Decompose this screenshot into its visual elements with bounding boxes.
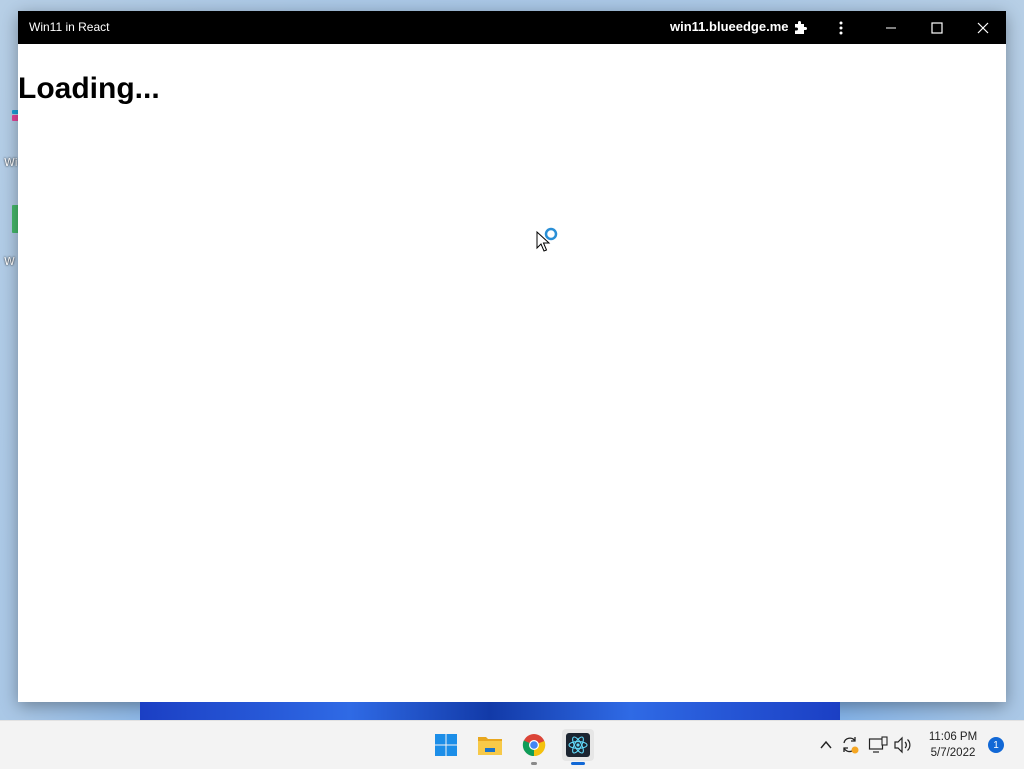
notification-badge[interactable]: 1 <box>988 737 1004 753</box>
close-button[interactable] <box>965 11 1001 44</box>
busy-cursor-icon <box>536 227 558 252</box>
desktop-icon-label: W <box>4 255 15 268</box>
taskbar-clock[interactable]: 11:06 PM 5/7/2022 <box>920 729 986 761</box>
maximize-button[interactable] <box>919 11 955 44</box>
clock-date: 5/7/2022 <box>930 747 976 759</box>
extensions-button[interactable] <box>782 11 818 44</box>
window-url: win11.blueedge.me <box>670 19 789 34</box>
wallpaper-bloom <box>140 702 840 720</box>
kebab-menu-icon <box>839 21 843 34</box>
clock-time: 11:06 PM <box>928 731 978 743</box>
minimize-icon <box>886 27 896 28</box>
window-titlebar[interactable]: Win11 in React win11.blueedge.me <box>18 11 1006 44</box>
sync-update-icon <box>843 737 859 754</box>
tray-volume-button[interactable] <box>893 735 913 755</box>
tray-update-button[interactable] <box>840 735 860 755</box>
react-icon <box>566 733 590 757</box>
taskbar: 11:06 PM 5/7/2022 <box>0 720 1024 769</box>
running-indicator <box>531 762 537 765</box>
speaker-volume-icon <box>894 736 911 754</box>
chrome-icon <box>522 734 546 757</box>
app-window: Win11 in React win11.blueedge.me Loading… <box>18 11 1006 702</box>
puzzle-icon <box>795 20 807 34</box>
chevron-up-icon <box>820 740 832 749</box>
network-icon <box>868 736 888 753</box>
desktop-icon-2[interactable]: W <box>0 205 22 275</box>
loading-heading: Loading... <box>18 72 160 105</box>
desktop-icon-label: Wi <box>4 156 18 169</box>
window-title: Win11 in React <box>29 20 110 34</box>
taskbar-chrome[interactable] <box>518 729 550 765</box>
minimize-button[interactable] <box>873 11 909 44</box>
tray-overflow-button[interactable] <box>816 735 836 755</box>
desktop-icon-1[interactable]: Wi <box>0 110 22 170</box>
tray-network-button[interactable] <box>868 735 888 755</box>
more-options-button[interactable] <box>823 11 859 44</box>
taskbar-react-app[interactable] <box>562 729 594 765</box>
maximize-icon <box>931 21 943 34</box>
taskbar-file-explorer[interactable] <box>474 729 506 761</box>
close-icon <box>977 22 989 33</box>
start-button[interactable] <box>430 729 462 761</box>
window-content: Loading... <box>18 44 1006 702</box>
folder-icon <box>478 737 502 755</box>
windows-logo-icon <box>435 734 457 756</box>
active-indicator <box>571 762 585 765</box>
